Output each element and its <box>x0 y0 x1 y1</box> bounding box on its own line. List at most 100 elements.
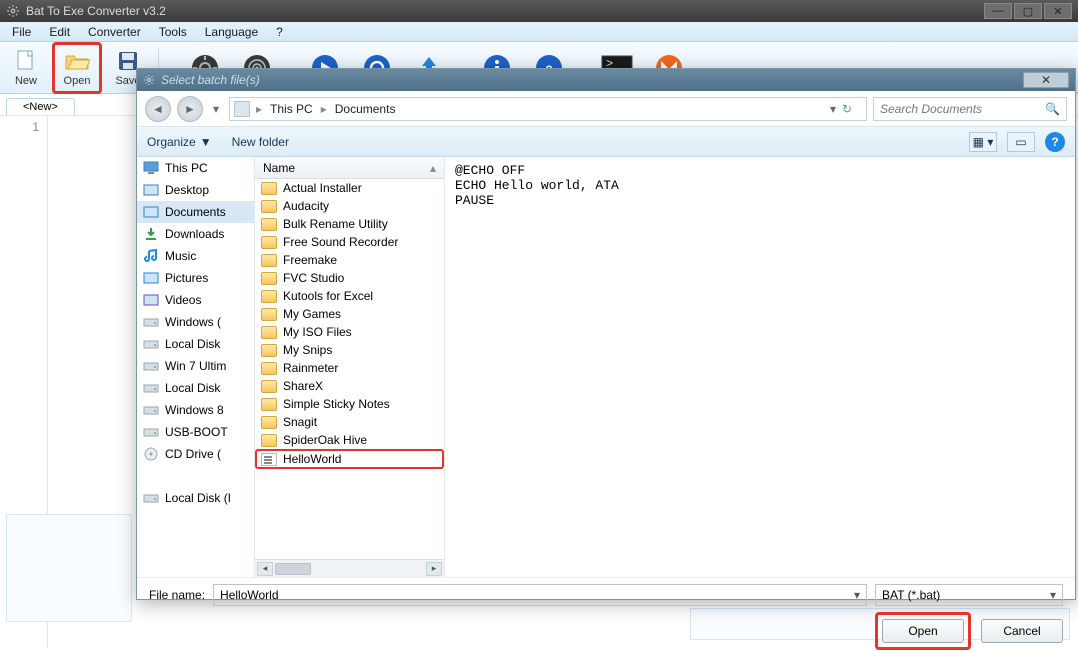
file-row[interactable]: FVC Studio <box>255 269 444 287</box>
tree-item[interactable]: Videos <box>137 289 254 311</box>
file-row[interactable]: My Games <box>255 305 444 323</box>
menu-file[interactable]: File <box>4 23 39 41</box>
dialog-body: This PCDesktopDocumentsDownloadsMusicPic… <box>137 157 1075 577</box>
breadcrumb[interactable]: ▸ This PC ▸ Documents ▾ ↻ <box>229 97 867 121</box>
tree-item[interactable]: Music <box>137 245 254 267</box>
tree-item[interactable]: CD Drive ( <box>137 443 254 465</box>
file-list: Name ▴ Actual InstallerAudacityBulk Rena… <box>255 157 445 577</box>
folder-icon <box>261 254 277 267</box>
breadcrumb-root[interactable]: This PC <box>264 102 319 116</box>
scroll-thumb[interactable] <box>275 563 311 575</box>
dialog-buttons: Open Cancel <box>137 611 1075 651</box>
tree-item[interactable]: Pictures <box>137 267 254 289</box>
preview-pane-button[interactable]: ▭ <box>1007 132 1035 152</box>
file-row[interactable]: Rainmeter <box>255 359 444 377</box>
breadcrumb-folder[interactable]: Documents <box>329 102 402 116</box>
file-row[interactable]: Free Sound Recorder <box>255 233 444 251</box>
file-row[interactable]: Kutools for Excel <box>255 287 444 305</box>
file-row[interactable]: Audacity <box>255 197 444 215</box>
drive-icon <box>143 380 159 396</box>
main-titlebar: Bat To Exe Converter v3.2 — ▢ ✕ <box>0 0 1078 22</box>
search-input[interactable]: Search Documents 🔍 <box>873 97 1067 121</box>
file-row[interactable]: SpiderOak Hive <box>255 431 444 449</box>
tree-item[interactable]: Windows 8 <box>137 399 254 421</box>
help-button[interactable]: ? <box>1045 132 1065 152</box>
file-row[interactable]: Snagit <box>255 413 444 431</box>
filename-input[interactable]: HelloWorld ▾ <box>213 584 867 606</box>
scroll-left-icon[interactable]: ◂ <box>257 562 273 576</box>
history-dropdown[interactable]: ▾ <box>209 99 223 119</box>
menu-converter[interactable]: Converter <box>80 23 149 41</box>
forward-button[interactable]: ► <box>177 96 203 122</box>
cd-icon <box>143 446 159 462</box>
file-row[interactable]: Simple Sticky Notes <box>255 395 444 413</box>
horizontal-scrollbar[interactable]: ◂ ▸ <box>255 559 444 577</box>
new-folder-button[interactable]: New folder <box>232 135 289 149</box>
window-title: Bat To Exe Converter v3.2 <box>26 4 982 18</box>
preview-pane: @ECHO OFF ECHO Hello world, ATA PAUSE <box>445 157 1075 577</box>
column-header[interactable]: Name ▴ <box>255 157 444 179</box>
refresh-icon[interactable]: ↻ <box>842 102 862 116</box>
docs-icon <box>143 204 159 220</box>
chevron-down-icon[interactable]: ▾ <box>854 588 860 602</box>
new-button[interactable]: New <box>6 45 46 91</box>
file-name: ShareX <box>283 379 323 393</box>
filetype-select[interactable]: BAT (*.bat) ▾ <box>875 584 1063 606</box>
tree-item[interactable]: Windows ( <box>137 311 254 333</box>
chevron-down-icon[interactable]: ▾ <box>830 102 836 116</box>
tree-item[interactable]: This PC <box>137 157 254 179</box>
tree-item[interactable]: Local Disk (I <box>137 487 254 509</box>
tab-new[interactable]: <New> <box>6 98 75 115</box>
file-row[interactable]: My ISO Files <box>255 323 444 341</box>
sort-icon: ▴ <box>430 161 436 175</box>
file-row[interactable]: Bulk Rename Utility <box>255 215 444 233</box>
menu-language[interactable]: Language <box>197 23 266 41</box>
open-button[interactable]: Open <box>57 45 97 91</box>
tree-item[interactable]: Desktop <box>137 179 254 201</box>
folder-icon <box>261 218 277 231</box>
menu-help[interactable]: ? <box>268 23 291 41</box>
open-button[interactable]: Open <box>882 619 964 643</box>
scroll-right-icon[interactable]: ▸ <box>426 562 442 576</box>
view-button[interactable]: ▦ ▾ <box>969 132 997 152</box>
chevron-down-icon: ▼ <box>200 135 212 149</box>
tree-item[interactable]: Downloads <box>137 223 254 245</box>
folder-icon <box>261 236 277 249</box>
open-icon <box>63 49 91 73</box>
organize-button[interactable]: Organize▼ <box>147 135 212 149</box>
tree-item[interactable]: USB-BOOT <box>137 421 254 443</box>
menu-edit[interactable]: Edit <box>41 23 78 41</box>
folder-icon <box>261 398 277 411</box>
tree-label: Windows 8 <box>165 403 224 417</box>
menu-tools[interactable]: Tools <box>151 23 195 41</box>
folder-icon <box>261 362 277 375</box>
tree-item[interactable]: Local Disk <box>137 377 254 399</box>
close-button[interactable]: ✕ <box>1044 3 1072 19</box>
drive-icon <box>143 424 159 440</box>
search-placeholder: Search Documents <box>880 102 982 116</box>
chevron-right-icon: ▸ <box>256 102 262 116</box>
minimize-button[interactable]: — <box>984 3 1012 19</box>
dialog-close-button[interactable]: ✕ <box>1023 72 1069 88</box>
folder-icon <box>261 182 277 195</box>
file-row[interactable]: ShareX <box>255 377 444 395</box>
file-name: SpiderOak Hive <box>283 433 367 447</box>
file-name: Kutools for Excel <box>283 289 373 303</box>
file-name: Freemake <box>283 253 337 267</box>
file-row-selected[interactable]: HelloWorld <box>255 449 444 469</box>
cancel-button[interactable]: Cancel <box>981 619 1063 643</box>
back-button[interactable]: ◄ <box>145 96 171 122</box>
tree-item[interactable] <box>137 465 254 487</box>
file-row[interactable]: My Snips <box>255 341 444 359</box>
file-name: FVC Studio <box>283 271 344 285</box>
chevron-down-icon[interactable]: ▾ <box>1050 588 1056 602</box>
file-row[interactable]: Freemake <box>255 251 444 269</box>
tree-item[interactable]: Local Disk <box>137 333 254 355</box>
tree-item[interactable]: Documents <box>137 201 254 223</box>
tree-label: Local Disk <box>165 381 220 395</box>
tree-item[interactable]: Win 7 Ultim <box>137 355 254 377</box>
folder-icon <box>261 290 277 303</box>
bat-file-icon <box>261 453 277 466</box>
maximize-button[interactable]: ▢ <box>1014 3 1042 19</box>
file-row[interactable]: Actual Installer <box>255 179 444 197</box>
